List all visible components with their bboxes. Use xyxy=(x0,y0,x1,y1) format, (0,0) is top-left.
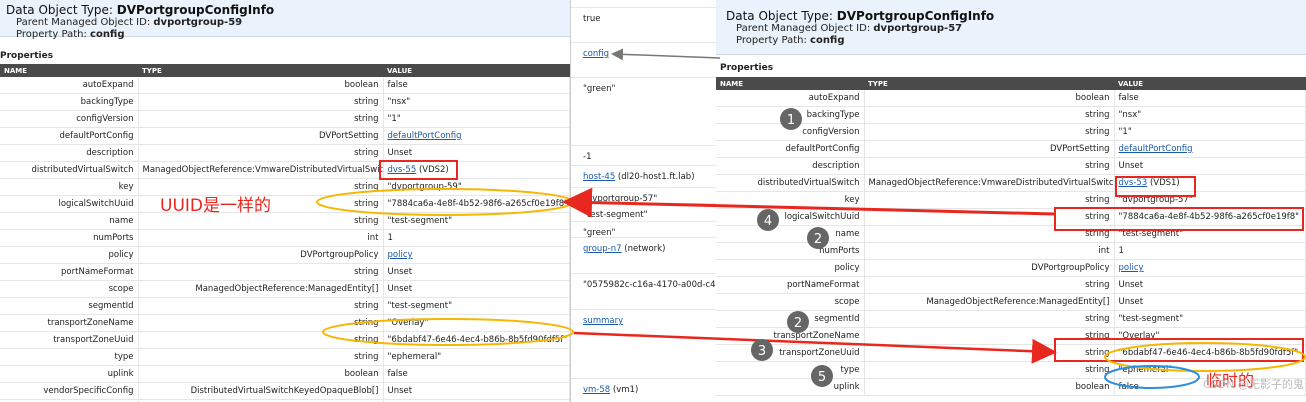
svg-text:4: 4 xyxy=(764,214,772,229)
watermark: CSDN @无影子的鬼 xyxy=(1203,377,1304,391)
step-badge: 4 xyxy=(757,209,779,231)
right-tz-highlight-box xyxy=(1054,338,1304,362)
step-badge: 3 xyxy=(751,339,773,361)
annotation-overlay: UUID是一样的 临时的 1 2 2 3 4 5 CSDN @无影子的鬼 xyxy=(160,48,1306,391)
left-dvs-highlight-box xyxy=(379,160,458,180)
left-tz-highlight-ellipse xyxy=(322,318,574,346)
step-badge: 2 xyxy=(787,311,809,333)
step-badge: 2 xyxy=(807,227,829,249)
uuid-same-annotation: UUID是一样的 xyxy=(160,196,271,216)
left-uuid-highlight-ellipse xyxy=(316,188,574,216)
step-badge: 1 xyxy=(780,108,802,130)
svg-text:2: 2 xyxy=(814,232,822,247)
svg-text:2: 2 xyxy=(794,316,802,331)
svg-text:1: 1 xyxy=(787,113,795,128)
config-link-arrow xyxy=(611,48,721,61)
svg-text:5: 5 xyxy=(818,370,826,385)
right-uuid-highlight-box xyxy=(1054,207,1304,231)
step-badge: 5 xyxy=(811,365,833,387)
right-dvs-highlight-box xyxy=(1115,176,1196,197)
tz-compare-arrow xyxy=(573,331,1057,364)
svg-text:3: 3 xyxy=(758,344,766,359)
uuid-compare-arrow xyxy=(562,187,1056,218)
